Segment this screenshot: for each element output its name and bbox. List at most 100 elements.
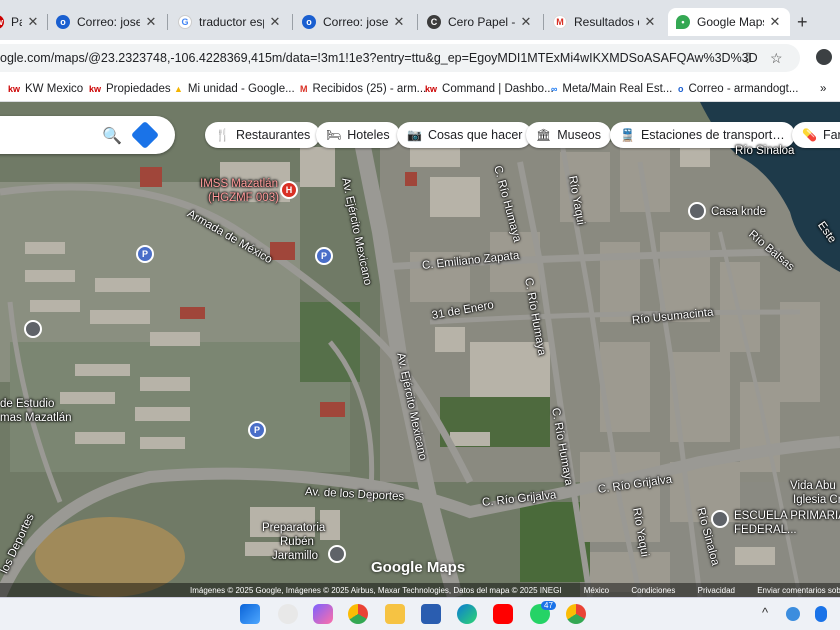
map-label-prep-2: Rubén: [280, 536, 314, 548]
bed-icon: 🛏: [326, 128, 342, 142]
url-text: ogle.com/maps/@23.2323748,-106.4228369,4…: [0, 51, 758, 65]
install-app-icon[interactable]: ⇩: [742, 50, 754, 67]
bookmark-star-icon[interactable]: ☆: [770, 50, 783, 67]
bookmark-label: KW Mexico: [25, 83, 84, 95]
parking-pin-icon[interactable]: P: [136, 245, 154, 263]
gmail-icon: M: [553, 15, 567, 29]
attribution-privacy[interactable]: Privacidad: [698, 586, 735, 595]
bookmark-kw-mexico[interactable]: kw KW Mexico: [8, 80, 83, 98]
bluetooth-icon[interactable]: [815, 606, 827, 622]
bookmark-correo[interactable]: o Correo - armandogt...: [678, 80, 798, 98]
chrome-profile-icon[interactable]: [566, 604, 586, 624]
search-box[interactable]: 🔍: [0, 116, 175, 154]
school-pin-icon[interactable]: [328, 545, 346, 563]
parking-pin-icon[interactable]: P: [315, 247, 333, 265]
close-icon[interactable]: ✕: [392, 14, 406, 30]
meta-icon: ∞: [551, 84, 558, 94]
bookmark-propiedades[interactable]: kw Propiedades: [89, 80, 171, 98]
bookmark-recibidos[interactable]: M Recibidos (25) - arm...: [300, 80, 426, 98]
chip-label: Hoteles: [347, 128, 390, 142]
copilot-icon[interactable]: [313, 604, 333, 624]
file-explorer-icon[interactable]: [385, 604, 405, 624]
tab-traductor[interactable]: G traductor espa ✕: [170, 8, 290, 36]
school-pin-icon[interactable]: [24, 320, 42, 338]
bookmark-label: Command | Dashbo...: [442, 83, 554, 95]
map-label-vida-1: Vida Abu: [790, 480, 836, 492]
chevron-right-icon[interactable]: »: [820, 80, 826, 98]
chip-farmacias[interactable]: 💊 Far: [792, 122, 840, 148]
kw-icon: kw: [0, 15, 4, 29]
tab-title: Resultados de b: [574, 15, 639, 29]
edge-icon[interactable]: [457, 604, 477, 624]
search-icon[interactable]: [278, 604, 298, 624]
place-pin-icon[interactable]: [688, 202, 706, 220]
map-label-imss: IMSS Mazatlán: [200, 178, 278, 190]
chip-cosas[interactable]: 📷 Cosas que hacer: [397, 122, 533, 148]
map-label-prep-1: Preparatoria: [262, 522, 326, 534]
bookmark-label: Recibidos (25) - arm...: [312, 83, 427, 95]
tab-title: traductor espa: [199, 15, 264, 29]
bookmark-command[interactable]: kw Command | Dashbo...: [425, 80, 554, 98]
tab-title: Correo: jose arm: [323, 15, 388, 29]
bookmark-label: Meta/Main Real Est...: [562, 83, 673, 95]
close-icon[interactable]: ✕: [268, 14, 282, 30]
school-pin-icon[interactable]: [711, 510, 729, 528]
app-icon[interactable]: [421, 604, 441, 624]
chip-label: Museos: [557, 128, 602, 142]
map-label-vida-2: Iglesia Cr: [793, 494, 840, 506]
tab-title: Cero Papel - KW: [448, 15, 515, 29]
chip-hoteles[interactable]: 🛏 Hoteles: [316, 122, 400, 148]
tab-strip: kw Pa ✕ o Correo: jose arm ✕ G traductor…: [0, 0, 840, 40]
bookmark-mi-unidad[interactable]: ▲ Mi unidad - Google...: [174, 80, 295, 98]
attribution-country[interactable]: México: [584, 586, 609, 595]
map-label-escuela-2: FEDERAL...: [734, 524, 797, 536]
chip-label: Cosas que hacer: [427, 128, 523, 142]
satellite-map[interactable]: 🔍 🍴 Restaurantes 🛏 Hoteles 📷 Cosas que hace…: [0, 102, 840, 597]
new-tab-icon[interactable]: +: [797, 12, 808, 33]
tab-google-maps[interactable]: • Google Maps ✕: [668, 8, 790, 36]
search-icon[interactable]: 🔍: [102, 126, 122, 146]
close-icon[interactable]: ✕: [26, 14, 40, 30]
directions-icon[interactable]: [130, 120, 160, 150]
map-label-prep-3: Jaramillo: [272, 550, 319, 562]
youtube-icon[interactable]: [493, 604, 513, 624]
bookmark-label: Correo - armandogt...: [688, 83, 799, 95]
extension-icon[interactable]: [816, 49, 832, 65]
attribution-feedback[interactable]: Enviar comentarios sobre el p: [757, 586, 840, 595]
chip-museos[interactable]: 🏛 Museos: [526, 122, 612, 148]
map-label-imss-sub: (HGZMF 003): [208, 192, 279, 204]
tab-resultados[interactable]: M Resultados de b ✕: [545, 8, 665, 36]
tab-cero-papel[interactable]: C Cero Papel - KW ✕: [419, 8, 541, 36]
parking-pin-icon[interactable]: P: [248, 421, 266, 439]
tab-title: Pa: [11, 15, 22, 29]
map-label-rio-sinaloa: Río Sinaloa: [735, 145, 795, 157]
tab-kw[interactable]: kw Pa ✕: [0, 8, 48, 36]
address-bar[interactable]: ogle.com/maps/@23.2323748,-106.4228369,4…: [0, 44, 800, 72]
close-icon[interactable]: ✕: [519, 14, 533, 30]
bookmarks-bar: kw KW Mexico kw Propiedades ▲ Mi unidad - G…: [0, 76, 840, 102]
chevron-up-icon[interactable]: ^: [762, 605, 768, 620]
google-maps-watermark: Google Maps: [371, 559, 466, 576]
train-icon: 🚆: [620, 128, 635, 142]
chrome-icon[interactable]: [348, 604, 368, 624]
windows-start-icon[interactable]: [240, 604, 260, 624]
attribution-terms[interactable]: Condiciones: [631, 586, 675, 595]
tab-correo-2[interactable]: o Correo: jose arm ✕: [294, 8, 414, 36]
hospital-pin-icon[interactable]: H: [280, 181, 298, 199]
windows-taskbar: 47 ^: [0, 597, 840, 630]
bookmark-label: Mi unidad - Google...: [187, 83, 295, 95]
tab-correo-1[interactable]: o Correo: jose arm ✕: [48, 8, 166, 36]
sync-icon[interactable]: [786, 607, 800, 621]
kw-icon: kw: [89, 84, 102, 94]
close-icon[interactable]: ✕: [768, 14, 782, 30]
attribution-imagery: Imágenes © 2025 Google, Imágenes © 2025 …: [190, 586, 562, 595]
map-attribution: Imágenes © 2025 Google, Imágenes © 2025 …: [0, 583, 840, 597]
map-label-estudio-1: de Estudio: [0, 398, 55, 410]
museum-icon: 🏛: [536, 128, 552, 142]
outlook-icon: o: [302, 15, 316, 29]
bookmark-meta[interactable]: ∞ Meta/Main Real Est...: [551, 80, 672, 98]
camera-icon: 📷: [407, 128, 422, 142]
chip-restaurantes[interactable]: 🍴 Restaurantes: [205, 122, 321, 148]
close-icon[interactable]: ✕: [643, 14, 657, 30]
close-icon[interactable]: ✕: [144, 14, 158, 30]
